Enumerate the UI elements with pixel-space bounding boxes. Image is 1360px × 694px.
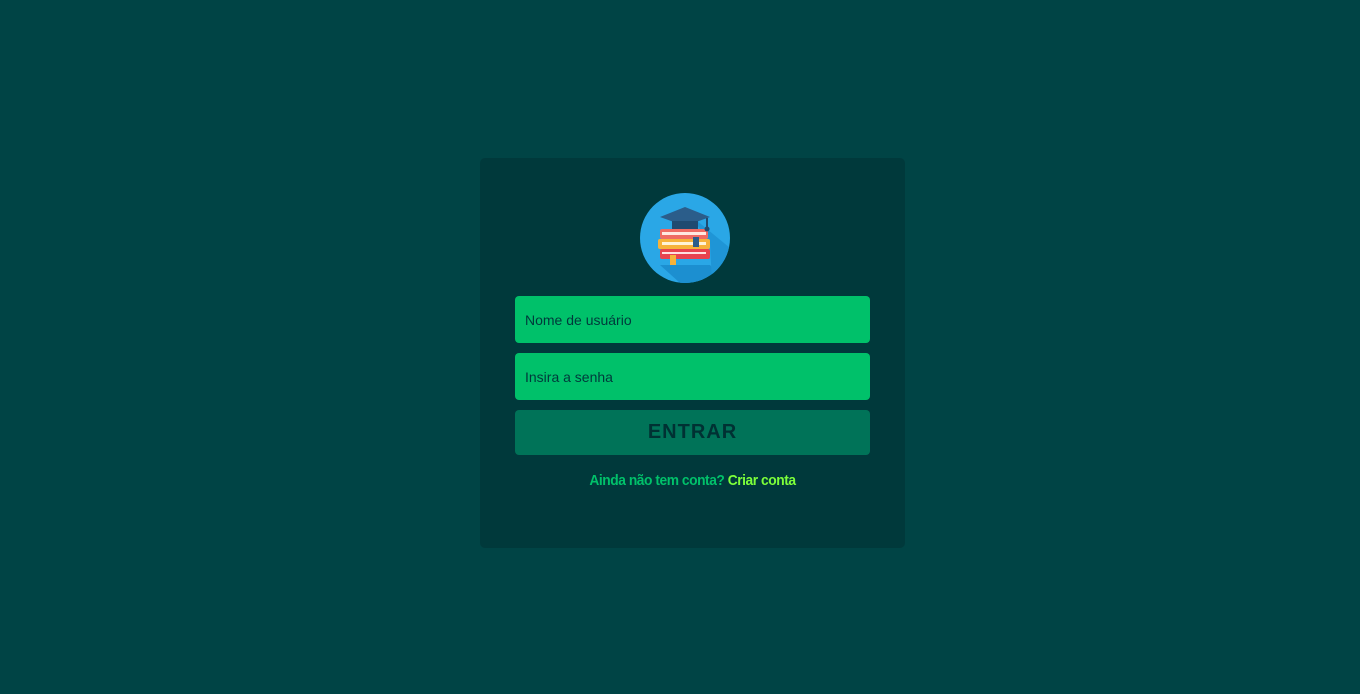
- login-button[interactable]: ENTRAR: [515, 410, 870, 455]
- password-input[interactable]: [515, 353, 870, 400]
- username-input[interactable]: [515, 296, 870, 343]
- signup-prompt: Ainda não tem conta? Criar conta: [497, 472, 888, 489]
- create-account-link[interactable]: Criar conta: [728, 472, 796, 489]
- books-graduation-cap-icon: [640, 193, 730, 283]
- signup-question: Ainda não tem conta?: [589, 472, 725, 489]
- login-card: ENTRAR Ainda não tem conta? Criar conta: [480, 158, 905, 548]
